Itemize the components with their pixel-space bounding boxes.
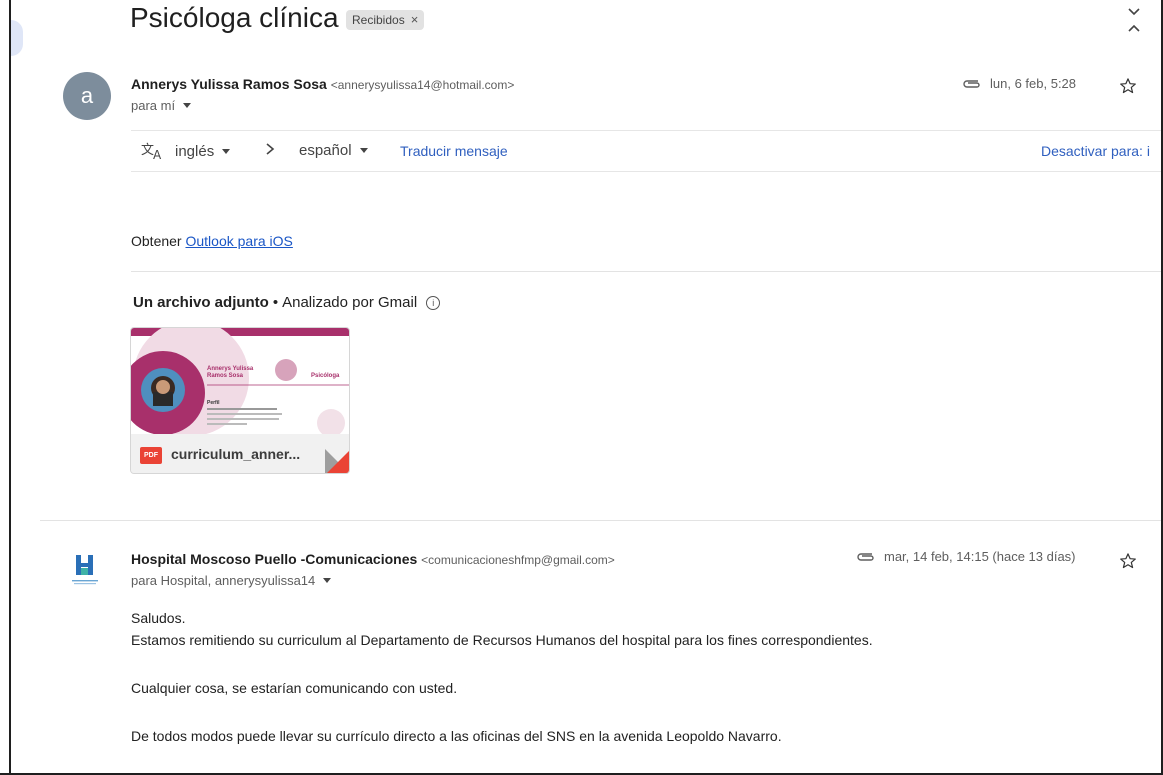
resume-thumbnail [131,328,349,434]
scanned-by-gmail: Analizado por Gmail [282,294,418,311]
sender-name[interactable]: Annerys Yulissa Ramos Sosa [131,76,327,92]
window-frame-left [9,0,11,775]
side-panel-tab[interactable] [11,20,23,56]
svg-text:A: A [153,148,162,160]
page-fold-corner [325,449,349,473]
preview-name-line2: Ramos Sosa [207,373,244,379]
attachments-header: Un archivo adjunto • Analizado por Gmail… [133,294,441,311]
arrow-right-icon [264,142,276,156]
message-date: mar, 14 feb, 14:15 (hace 13 días) [884,549,1076,564]
message-body: Obtener Outlook para iOS [131,233,293,249]
body-line: Cualquier cosa, se estarían comunicando … [131,680,458,696]
translation-bar: 文 A inglés español Traducir mensaje Desa… [131,130,1161,172]
attachment-icon [857,552,874,561]
body-prefix: Obtener [131,233,182,249]
target-language-select[interactable]: español [299,142,368,159]
attachment-card[interactable]: Annerys Yulissa Ramos Sosa Psicóloga Per… [130,327,350,474]
chevron-down-icon [359,148,368,153]
attachment-icon [963,79,980,88]
disable-translation-link[interactable]: Desactivar para: i [1041,143,1150,159]
label-chip-inbox[interactable]: Recibidos × [346,10,425,30]
separator-dot: • [272,294,279,311]
preview-role: Psicóloga [311,373,340,379]
email-subject: Psicóloga clínica [130,2,339,33]
attachment-preview[interactable]: Annerys Yulissa Ramos Sosa Psicóloga Per… [131,328,349,434]
sender-email: <comunicacioneshfmp@gmail.com> [421,553,615,567]
sender-avatar[interactable]: a [63,72,111,120]
pdf-icon: PDF [140,447,162,464]
body-line: Estamos remitiendo su curriculum al Depa… [131,632,873,648]
label-chip-text: Recibidos [352,13,405,27]
chevron-down-icon[interactable] [323,578,332,583]
attachments-count: Un archivo adjunto [133,294,269,311]
message-date: lun, 6 feb, 5:28 [990,76,1077,91]
preview-name: Annerys Yulissa Ramos Sosa [207,366,253,380]
recipients-toggle[interactable]: para mí [131,98,192,113]
sender-email: <annerysyulissa14@hotmail.com> [330,78,515,92]
info-icon[interactable]: i [426,295,441,310]
chevron-down-icon [222,148,231,154]
message-meta: mar, 14 feb, 14:15 (hace 13 días) [856,549,1076,564]
preview-name-line1: Annerys Yulissa [207,366,254,372]
source-language-select[interactable]: 文 A inglés [141,142,231,160]
message-meta: lun, 6 feb, 5:28 [962,76,1076,91]
attachments-divider [131,271,1161,272]
translate-message-link[interactable]: Traducir mensaje [400,143,508,159]
collapse-all-icon[interactable] [1126,6,1142,34]
remove-label-icon[interactable]: × [411,10,419,30]
recipients-text: para Hospital, annerysyulissa14 [131,573,316,588]
source-language: inglés [175,142,215,160]
attachment-footer[interactable]: PDF curriculum_anner... [131,434,349,473]
translate-icon: 文 A [141,143,162,160]
sender-name[interactable]: Hospital Moscoso Puello -Comunicaciones [131,551,417,567]
target-language: español [299,142,352,159]
attachment-file-name: curriculum_anner... [171,446,301,462]
body-line: De todos modos puede llevar su currículo… [131,728,782,744]
body-line: Saludos. [131,610,186,626]
message-divider [40,520,1161,521]
recipients-toggle[interactable]: para Hospital, annerysyulissa14 [131,573,332,588]
hospital-logo[interactable] [72,551,98,587]
star-icon[interactable] [1119,77,1137,95]
outlook-ios-link[interactable]: Outlook para iOS [185,233,292,249]
recipients-text: para mí [131,98,176,113]
star-icon[interactable] [1119,552,1137,570]
preview-section: Perfil [207,400,220,406]
sender-line: Annerys Yulissa Ramos Sosa <annerysyulis… [131,76,514,92]
chevron-down-icon[interactable] [183,103,192,108]
sender-line: Hospital Moscoso Puello -Comunicaciones … [131,551,615,567]
